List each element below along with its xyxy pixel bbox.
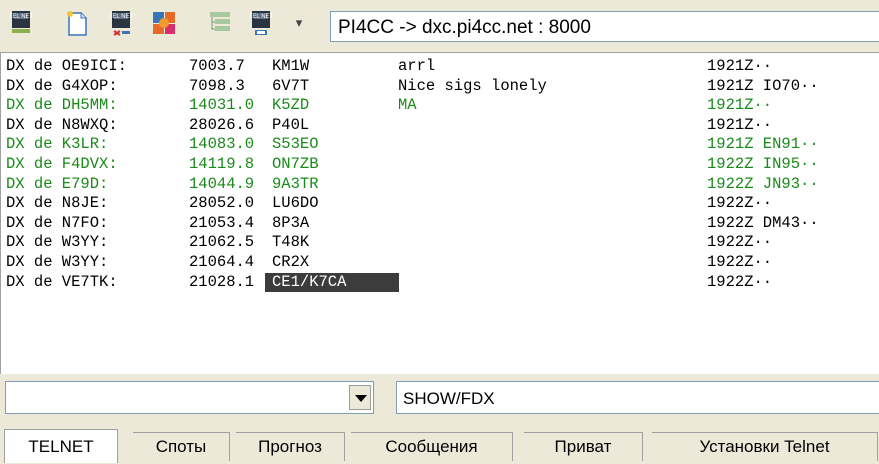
spot-from: DX de N7FO:: [6, 213, 109, 232]
spot-dx-call: 6V7T: [272, 76, 310, 95]
spot-frequency: 7098.3: [189, 76, 245, 95]
spot-row[interactable]: DX de G4XOP: 7098.3 6V7T Nice sigs lonely 19…: [1, 77, 879, 96]
spot-time: 1922Z DM43··: [707, 213, 819, 232]
spot-from: DX de N8JE:: [6, 194, 109, 213]
spot-row[interactable]: DX de K3LR: 14083.0 S53EO 1921Z EN91··: [1, 135, 879, 154]
toolbar: TEL NET TEL NET TEL NET ▾ PI4CC -> dxc.p…: [0, 0, 879, 46]
spot-list[interactable]: DX de OE9ICI: 7003.7 KM1W arrl 1921Z·· DX de …: [0, 52, 879, 374]
spot-dx-call: CR2X: [272, 253, 310, 271]
tab-0[interactable]: TELNET: [4, 429, 118, 463]
spot-row[interactable]: DX de N8JE: 28052.0 LU6DO 1922Z··: [1, 194, 879, 213]
spot-frequency: 21028.1: [189, 272, 255, 291]
spot-time: 1921Z··: [707, 115, 773, 134]
spot-frequency: 14119.8: [189, 155, 255, 173]
spot-from: DX de VE7TK:: [6, 272, 118, 291]
spot-frequency: 7003.7: [189, 57, 245, 75]
spot-frequency: 21062.5: [189, 233, 255, 252]
svg-text:TEL NET: TEL NET: [109, 14, 134, 20]
cluster-address-text: PI4CC -> dxc.pi4cc.net : 8000: [338, 17, 591, 38]
spot-time: 1922Z··: [707, 253, 773, 271]
spot-from: DX de DH5MM:: [6, 96, 118, 115]
tree-view-icon[interactable]: [206, 9, 236, 37]
spot-frequency: 14031.0: [189, 96, 255, 115]
dropdown-arrow-icon[interactable]: [349, 385, 371, 410]
spot-row[interactable]: DX de F4DVX: 14119.8 ON7ZB 1922Z IN95··: [1, 155, 879, 174]
spot-time: 1921Z IO70··: [707, 76, 819, 95]
spot-frequency: 14044.9: [189, 174, 255, 193]
tab-1[interactable]: Споты: [133, 432, 230, 461]
spot-time: 1921Z··: [707, 57, 773, 75]
spot-frequency: 28026.6: [189, 115, 255, 134]
spot-dx-call: ON7ZB: [272, 155, 319, 173]
spot-row[interactable]: DX de W3YY: 21064.4 CR2X 1922Z··: [1, 253, 879, 272]
telnet-settings-icon[interactable]: TEL NET: [248, 9, 278, 37]
spot-time: 1922Z··: [707, 272, 773, 291]
spot-frequency: 14083.0: [189, 135, 255, 154]
chevron-down-icon[interactable]: ▾: [290, 12, 308, 34]
hamfest-icon[interactable]: [150, 9, 180, 37]
spot-from: DX de E79D:: [6, 174, 109, 193]
spot-time: 1922Z··: [707, 194, 773, 213]
spot-from: DX de F4DVX:: [6, 155, 118, 173]
spot-from: DX de N8WXQ:: [6, 115, 118, 134]
spot-time: 1922Z JN93··: [707, 174, 819, 193]
spot-row[interactable]: DX de E79D: 14044.9 9A3TR 1922Z JN93··: [1, 175, 879, 194]
spot-dx-call: 9A3TR: [272, 174, 319, 193]
spot-time: 1922Z IN95··: [707, 155, 819, 173]
spot-time: 1921Z··: [707, 96, 773, 115]
telnet-disconnect-icon[interactable]: TEL NET: [108, 9, 138, 37]
telnet-connect-icon[interactable]: TEL NET: [8, 9, 38, 37]
spot-frequency: 21053.4: [189, 213, 255, 232]
spot-row[interactable]: DX de VE7TK: 21028.1 CE1/K7CA 1922Z··: [1, 272, 879, 292]
spot-from: DX de G4XOP:: [6, 76, 118, 95]
spot-row[interactable]: DX de N8WXQ: 28026.6 P40L 1921Z··: [1, 116, 879, 135]
spot-row[interactable]: DX de DH5MM: 14031.0 K5ZD MA 1921Z··: [1, 96, 879, 115]
spot-from: DX de W3YY:: [6, 253, 109, 271]
spot-row[interactable]: DX de OE9ICI: 7003.7 KM1W arrl 1921Z··: [1, 57, 879, 76]
spot-dx-call: KM1W: [272, 57, 310, 75]
spot-dx-call: LU6DO: [272, 194, 319, 213]
spot-frequency: 28052.0: [189, 194, 255, 213]
tab-5[interactable]: Установки Telnet: [652, 432, 878, 461]
spot-frequency: 21064.4: [189, 253, 255, 271]
spot-dx-call: T48K: [272, 233, 310, 252]
spot-time: 1921Z EN91··: [707, 135, 819, 154]
tab-3[interactable]: Сообщения: [351, 432, 513, 461]
spot-dx-call: P40L: [272, 115, 310, 134]
tab-2[interactable]: Прогноз: [236, 432, 345, 461]
svg-text:TEL NET: TEL NET: [249, 14, 274, 20]
spot-row[interactable]: DX de W3YY: 21062.5 T48K 1922Z··: [1, 233, 879, 252]
spot-dx-call: K5ZD: [272, 96, 310, 115]
spot-comment: arrl: [398, 57, 436, 75]
spot-comment: Nice sigs lonely: [398, 76, 547, 95]
spot-from: DX de W3YY:: [6, 233, 109, 252]
cluster-address-field[interactable]: PI4CC -> dxc.pi4cc.net : 8000: [330, 11, 879, 42]
spot-dx-call: S53EO: [272, 135, 319, 154]
spot-dx-call: CE1/K7CA: [265, 272, 399, 292]
spot-from: DX de OE9ICI:: [6, 57, 127, 75]
command-input-text: SHOW/FDX: [403, 389, 495, 408]
command-history-dropdown[interactable]: [5, 381, 374, 414]
spot-row[interactable]: DX de N7FO: 21053.4 8P3A 1922Z DM43··: [1, 214, 879, 233]
spot-dx-call: 8P3A: [272, 213, 310, 232]
spot-time: 1922Z··: [707, 233, 773, 252]
tab-4[interactable]: Приват: [524, 432, 643, 461]
command-input[interactable]: SHOW/FDX: [396, 381, 879, 414]
spot-from: DX de K3LR:: [6, 135, 109, 154]
new-document-icon[interactable]: [62, 9, 92, 37]
svg-text:TEL NET: TEL NET: [9, 14, 34, 20]
tab-bar: TELNET Споты Прогноз Сообщения Приват Установ…: [0, 428, 879, 464]
spot-comment: MA: [398, 96, 417, 115]
